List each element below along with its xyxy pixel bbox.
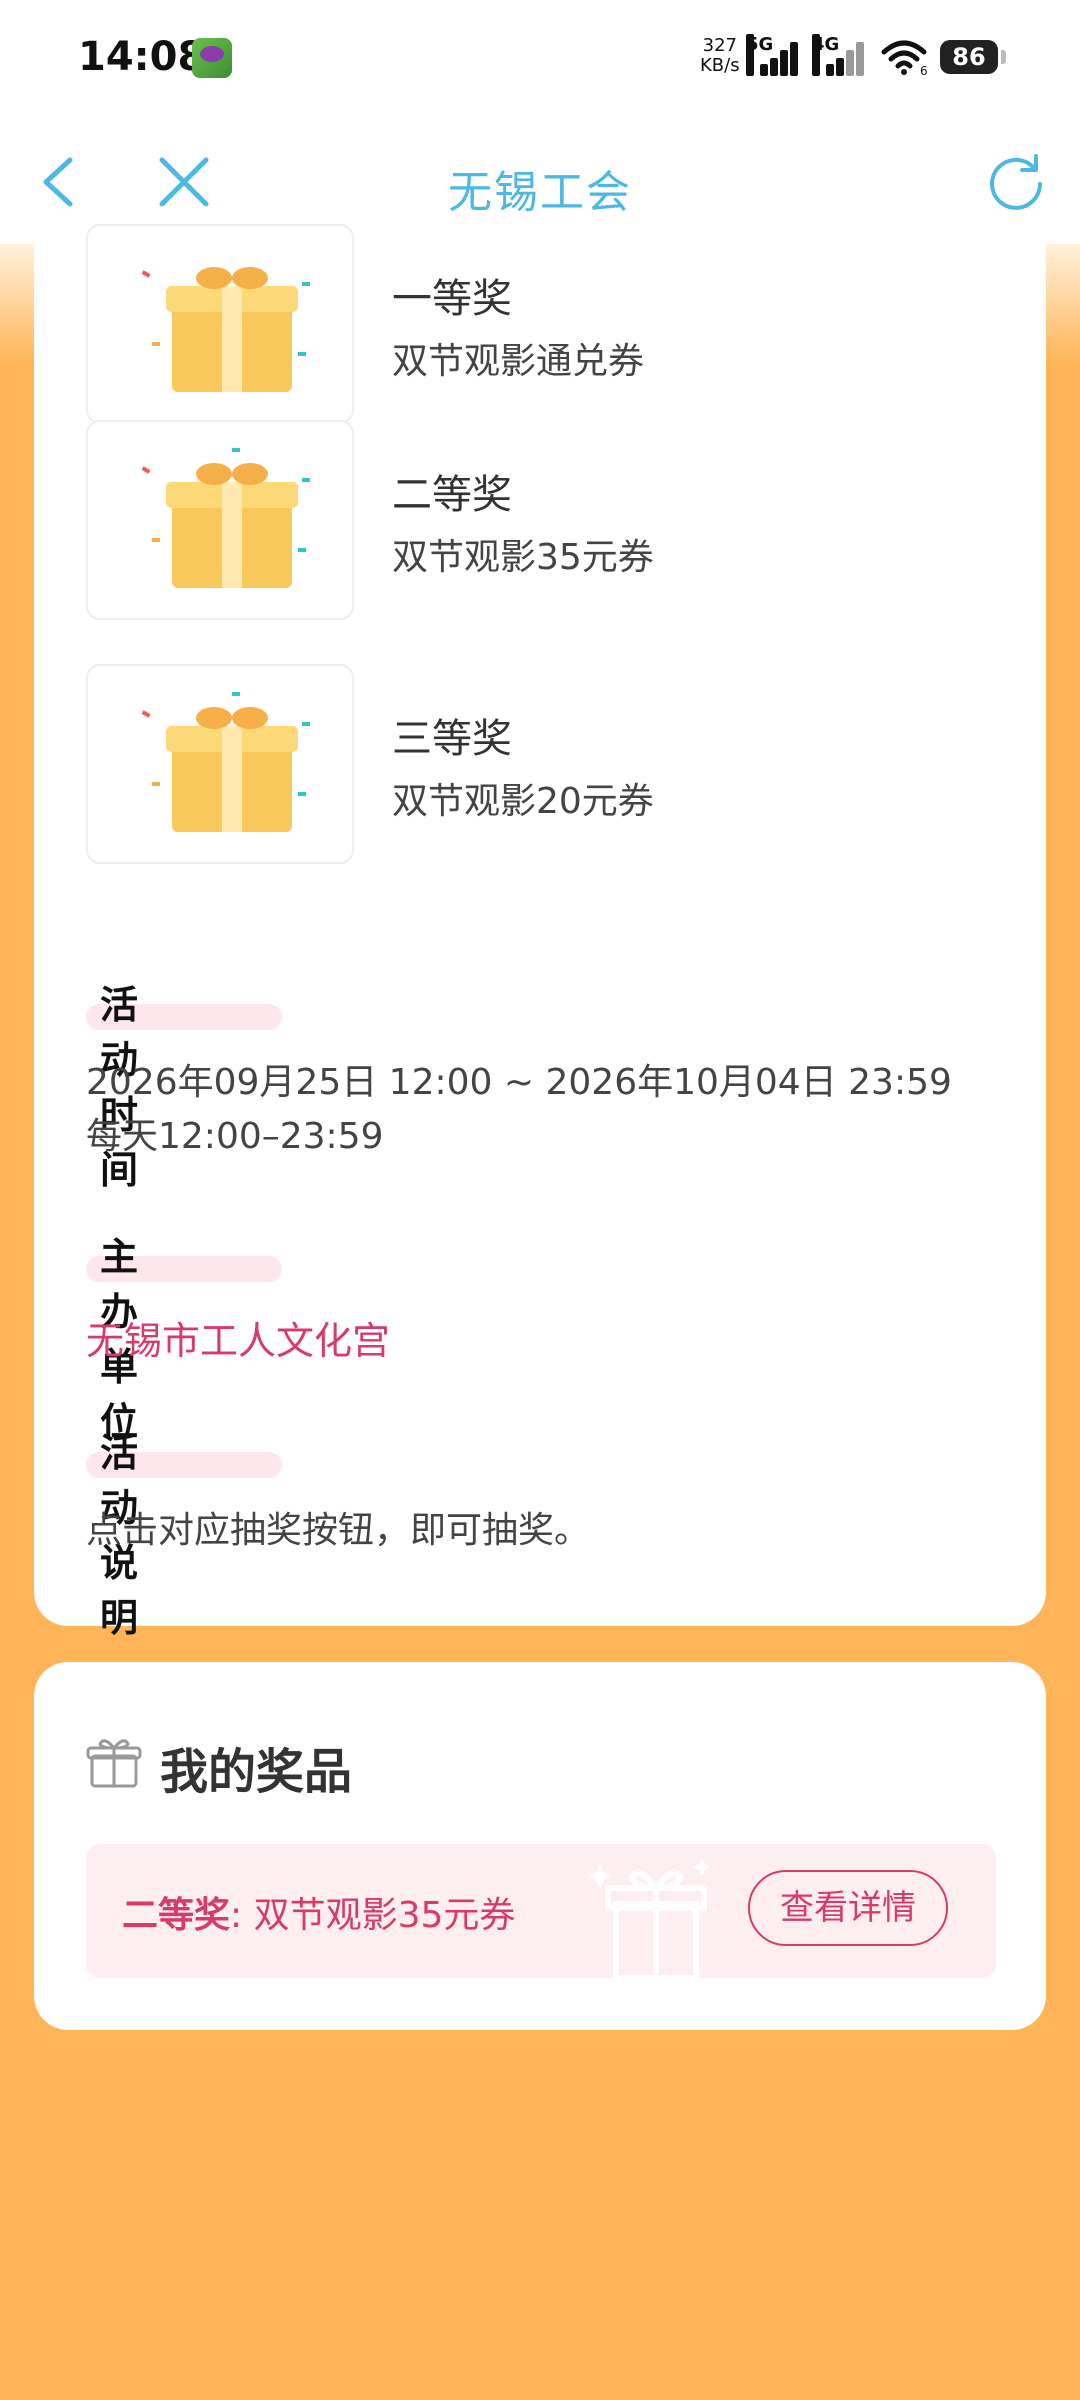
my-prizes-title: 我的奖品 xyxy=(160,1744,353,1800)
gift-icon xyxy=(86,1739,142,1788)
activity-daily-time: 每天12:00–23:59 xyxy=(86,1116,384,1157)
gift-outline-icon xyxy=(588,1858,711,1978)
won-prize-banner: 二等奖: 双节观影35元券 查看详情 xyxy=(86,1844,996,1978)
activity-time-range: 2026年09月25日 12:00 ~ 2026年10月04日 23:59 xyxy=(86,1062,952,1103)
net-speed-value: 327 xyxy=(702,35,737,56)
gift-box-icon xyxy=(141,448,310,588)
prize-level: 三等奖 xyxy=(392,716,512,762)
background-decoration xyxy=(1046,244,1080,364)
prize-item: 二等奖 双节观影35元券 xyxy=(86,420,986,620)
signal-5g-icon: 5G xyxy=(746,34,798,76)
app-notification-icon xyxy=(192,38,232,78)
organizer-value: 无锡市工人文化宫 xyxy=(86,1319,391,1363)
net-speed-unit: KB/s xyxy=(700,55,740,76)
prize-description: 双节观影通兑券 xyxy=(392,341,645,382)
net-speed: 327 KB/s xyxy=(700,36,740,76)
prize-level: 二等奖 xyxy=(392,472,512,518)
my-prizes-card: 我的奖品 二等奖: 双节观影35元券 查看详情 xyxy=(34,1662,1046,2030)
activity-info-card: 一等奖 双节观影通兑券 二等奖 双节观影35元券 三等奖 双节观影20元券 活动… xyxy=(34,224,1046,1640)
prize-item: 三等奖 双节观影20元券 xyxy=(86,664,986,864)
prize-image-box xyxy=(86,420,354,620)
prize-image-box xyxy=(86,224,354,424)
wifi-icon: 6 xyxy=(881,40,928,76)
prize-description: 双节观影20元券 xyxy=(392,781,654,822)
prize-description: 双节观影35元券 xyxy=(392,537,654,578)
gift-box-icon xyxy=(141,692,310,832)
won-prize-description: 双节观影35元券 xyxy=(253,1895,516,1936)
page-title: 无锡工会 xyxy=(448,167,632,218)
status-bar: 14:08 327 KB/s 5G 4G 6 86 xyxy=(0,0,1080,120)
description-value: 点击对应抽奖按钮，即可抽奖。 xyxy=(86,1510,591,1551)
wifi-sub-label: 6 xyxy=(920,64,928,76)
prize-item: 一等奖 双节观影通兑券 xyxy=(86,224,986,424)
signal-5g-label: 5G xyxy=(746,34,773,76)
prize-image-box xyxy=(86,664,354,864)
background-decoration xyxy=(0,244,34,364)
gift-box-icon xyxy=(141,267,310,392)
prize-level: 一等奖 xyxy=(392,276,512,322)
signal-4g-icon: 4G xyxy=(812,34,864,76)
battery-indicator: 86 xyxy=(940,40,1006,74)
status-time: 14:08 xyxy=(78,34,206,80)
activity-time-value: 2026年09月25日 12:00 ~ 2026年10月04日 23:59 每天… xyxy=(86,1056,952,1164)
won-prize-level: 二等奖 xyxy=(122,1895,231,1936)
signal-4g-label: 4G xyxy=(812,34,839,76)
view-details-button[interactable]: 查看详情 xyxy=(748,1870,948,1946)
won-prize-separator: : xyxy=(230,1895,254,1936)
won-prize-text: 二等奖: 双节观影35元券 xyxy=(122,1886,515,1938)
refresh-icon[interactable] xyxy=(984,150,1048,214)
